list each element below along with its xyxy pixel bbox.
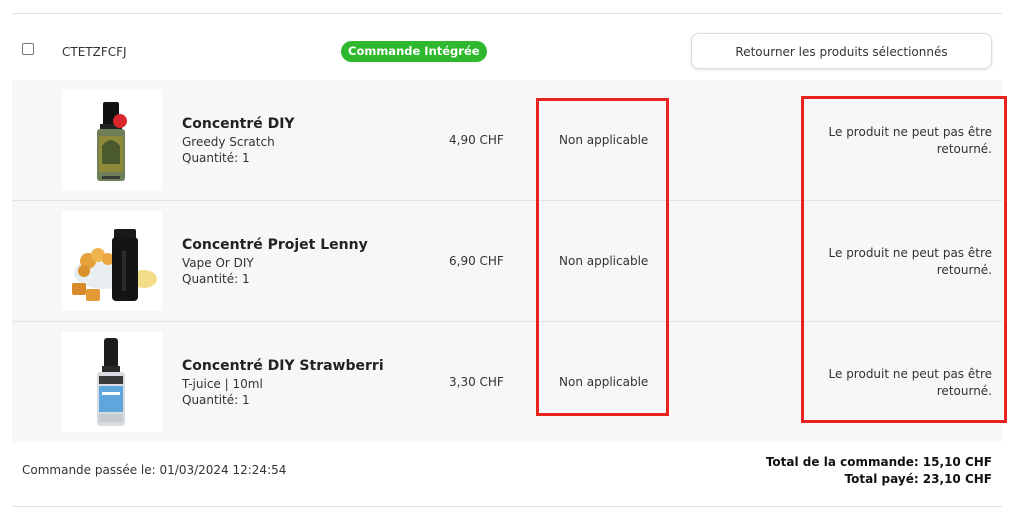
product-image[interactable] [62, 90, 162, 190]
e-liquid-bottle-red-cap-icon [97, 102, 127, 181]
top-divider [12, 13, 1002, 14]
e-liquid-bottle-black-cap-icon [97, 338, 125, 426]
order-date: Commande passée le: 01/03/2024 12:24:54 [22, 463, 287, 477]
return-selected-products-button[interactable]: Retourner les produits sélectionnés [691, 33, 992, 69]
order-totals: Total de la commande: 15,10 CHF Total pa… [766, 454, 992, 488]
total-paid: Total payé: 23,10 CHF [844, 472, 992, 486]
product-price: 3,30 CHF [449, 375, 504, 389]
order-id: CTETZFCFJ [62, 45, 127, 59]
product-variant: Vape Or DIY [182, 256, 254, 270]
select-order-checkbox[interactable] [22, 43, 34, 55]
product-name: Concentré DIY Strawberri [182, 358, 384, 374]
order-footer: Commande passée le: 01/03/2024 12:24:54 … [12, 443, 1002, 505]
order-status-badge: Commande Intégrée [341, 41, 487, 62]
black-bottle-with-caramel-snacks-icon [72, 229, 157, 301]
bottom-divider [12, 506, 1002, 507]
product-quantity: Quantité: 1 [182, 151, 250, 165]
note-column-highlight [801, 96, 1007, 423]
product-image[interactable] [62, 332, 162, 432]
product-variant: T-juice | 10ml [182, 377, 263, 391]
product-quantity: Quantité: 1 [182, 272, 250, 286]
total-order: Total de la commande: 15,10 CHF [765, 455, 992, 469]
product-price: 6,90 CHF [449, 254, 504, 268]
status-column-highlight [536, 98, 669, 416]
product-variant: Greedy Scratch [182, 135, 275, 149]
product-name: Concentré Projet Lenny [182, 237, 368, 253]
order-header: CTETZFCFJ Commande Intégrée Retourner le… [12, 24, 1002, 80]
product-name: Concentré DIY [182, 116, 295, 132]
product-price: 4,90 CHF [449, 133, 504, 147]
product-image[interactable] [62, 211, 162, 311]
product-quantity: Quantité: 1 [182, 393, 250, 407]
